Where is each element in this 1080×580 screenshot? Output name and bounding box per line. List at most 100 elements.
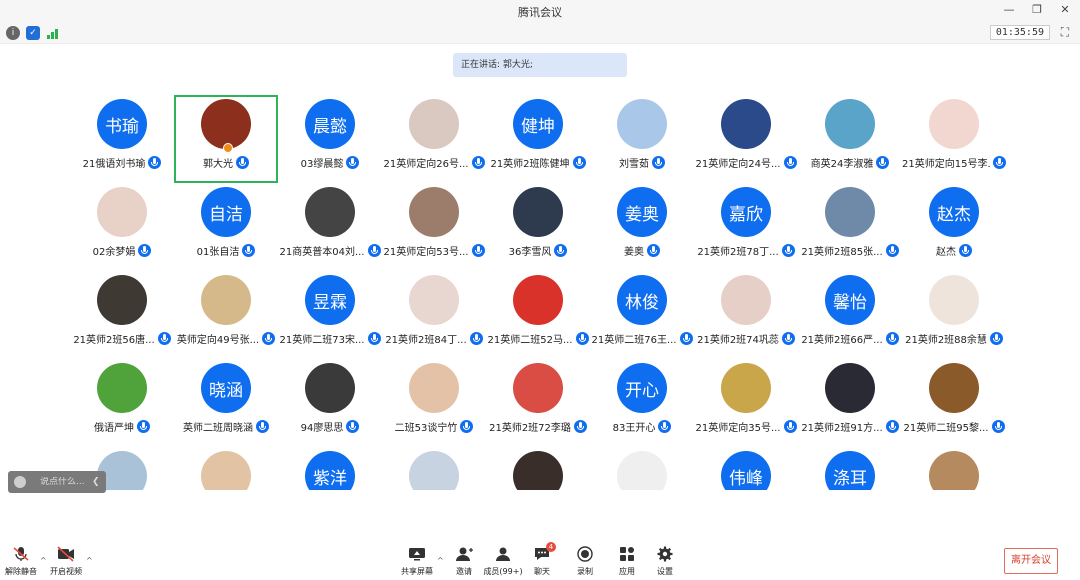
avatar: 馨怡	[825, 275, 875, 325]
participant-tile[interactable]: 赵杰 赵杰	[902, 183, 1006, 271]
share-screen-button[interactable]: 共享屏幕	[393, 546, 441, 577]
participant-tile[interactable]: 21英师2班85张...	[798, 183, 902, 271]
participant-tile[interactable]: 商英24李淑雅	[798, 95, 902, 183]
participant-tile[interactable]: 郭大光	[174, 95, 278, 183]
participant-tile[interactable]: 二班53谈宁竹	[382, 359, 486, 447]
invite-icon	[455, 546, 473, 562]
participant-tile[interactable]: 21英师定向24号...	[694, 95, 798, 183]
avatar-initials: 林俊	[625, 292, 659, 313]
restore-icon[interactable]: ❐	[1030, 3, 1044, 17]
info-icon[interactable]: i	[6, 26, 20, 40]
shield-icon[interactable]: ✓	[26, 26, 40, 40]
participant-name-row: 刘雪茹	[590, 155, 694, 170]
participant-name-row: 21英师二班52马...	[486, 331, 590, 346]
record-icon	[576, 546, 594, 562]
participant-name: 21英师2班74巩蕊	[697, 335, 779, 346]
avatar	[97, 363, 147, 413]
mic-muted-icon	[12, 546, 30, 562]
fullscreen-icon[interactable]: ⛶	[1058, 25, 1072, 39]
mic-icon	[236, 156, 249, 169]
participant-tile[interactable]: 刘雪茹	[590, 95, 694, 183]
participant-tile[interactable]: 晨懿 03缪晨懿	[278, 95, 382, 183]
participant-tile[interactable]: 21英师二班52马...	[486, 271, 590, 359]
participant-tile[interactable]: 嘉欣 21英师2班78丁...	[694, 183, 798, 271]
participant-tile[interactable]: 俄语严坤	[70, 359, 174, 447]
avatar	[97, 187, 147, 237]
participant-tile[interactable]: 21英师2班84丁...	[382, 271, 486, 359]
avatar	[97, 275, 147, 325]
participant-name: 02余梦娟	[92, 247, 136, 258]
participant-name-row: 21英师2班陈健坤	[486, 155, 590, 170]
participant-tile[interactable]: 21英师2班56唐...	[70, 271, 174, 359]
participant-tile[interactable]: 伟峰	[694, 447, 798, 490]
avatar	[825, 363, 875, 413]
avatar: 昱霖	[305, 275, 355, 325]
participant-tile[interactable]: 21英师定向35号...	[694, 359, 798, 447]
mic-icon	[242, 244, 256, 257]
participant-tile[interactable]	[486, 447, 590, 490]
mic-icon	[137, 420, 150, 433]
participant-name-row: 21英师2班72李璐	[486, 419, 590, 434]
video-options-chevron-icon[interactable]: ^	[86, 556, 93, 565]
participant-tile[interactable]: 21英师定向53号...	[382, 183, 486, 271]
close-icon[interactable]: ✕	[1058, 3, 1072, 17]
avatar	[929, 451, 979, 490]
minimize-icon[interactable]: —	[1002, 3, 1016, 17]
mic-icon	[554, 244, 568, 257]
participant-name: 21英师定向26号...	[383, 159, 469, 170]
participant-tile[interactable]	[382, 447, 486, 490]
participant-tile[interactable]: 开心 83王开心	[590, 359, 694, 447]
participant-tile[interactable]: 36李雪风	[486, 183, 590, 271]
unmute-button[interactable]: 解除静音	[0, 546, 45, 577]
start-video-button[interactable]: 开启视频	[42, 546, 90, 577]
avatar: 涤耳	[825, 451, 875, 490]
participant-name-row: 二班53谈宁竹	[382, 419, 486, 434]
participant-tile[interactable]: 馨怡 21英师2班66严...	[798, 271, 902, 359]
gear-icon	[656, 546, 674, 562]
chevron-left-icon[interactable]: ❮	[92, 477, 100, 487]
participant-tile[interactable]: 英师定向49号张...	[174, 271, 278, 359]
participant-name-row: 21俄语刘书瑜	[70, 155, 174, 170]
participant-tile[interactable]: 21英师定向15号李...	[902, 95, 1006, 183]
participant-tile[interactable]: 健坤 21英师2班陈健坤	[486, 95, 590, 183]
participant-name-row: 英师定向49号张...	[174, 331, 278, 346]
leave-meeting-button[interactable]: 离开会议	[1004, 548, 1058, 574]
participant-tile[interactable]: 21英师2班91方...	[798, 359, 902, 447]
participant-tile[interactable]: 书瑜 21俄语刘书瑜	[70, 95, 174, 183]
participant-tile[interactable]: 林俊 21英师二班76王...	[590, 271, 694, 359]
participant-name: 01张自洁	[196, 247, 240, 258]
participant-tile[interactable]: 昱霖 21英师二班73宋...	[278, 271, 382, 359]
avatar-initials: 晨懿	[313, 116, 347, 137]
emoji-icon[interactable]	[14, 476, 26, 488]
signal-icon[interactable]	[46, 26, 60, 40]
participant-tile[interactable]: 涤耳	[798, 447, 902, 490]
participant-tile[interactable]	[902, 447, 1006, 490]
settings-button[interactable]: 设置	[641, 546, 689, 577]
participant-tile[interactable]: 21英师2班72李璐	[486, 359, 590, 447]
participant-tile[interactable]: 21英师二班95黎...	[902, 359, 1006, 447]
participant-tile[interactable]: 02余梦娟	[70, 183, 174, 271]
participant-name-row: 21英师定向15号李...	[902, 155, 1006, 170]
participant-tile[interactable]: 紫洋	[278, 447, 382, 490]
record-button[interactable]: 录制	[561, 546, 609, 577]
participant-tile[interactable]	[590, 447, 694, 490]
participant-tile[interactable]: 21英师定向26号...	[382, 95, 486, 183]
participant-tile[interactable]: 21英师2班88余慧	[902, 271, 1006, 359]
participant-tile[interactable]: 晓涵 英师二班周晓涵	[174, 359, 278, 447]
participant-name: 21英师2班88余慧	[905, 335, 987, 346]
avatar-initials: 自洁	[209, 204, 243, 225]
avatar: 林俊	[617, 275, 667, 325]
participant-tile[interactable]: 21英师2班74巩蕊	[694, 271, 798, 359]
chat-button[interactable]: 4 聊天	[518, 542, 566, 577]
participant-tile[interactable]: 自洁 01张自洁	[174, 183, 278, 271]
participant-name: 21英师2班72李璐	[489, 423, 571, 434]
participant-tile[interactable]: 姜奥 姜奥	[590, 183, 694, 271]
participant-tile[interactable]: 94廖思思	[278, 359, 382, 447]
avatar	[513, 451, 563, 490]
participant-tile[interactable]: 21商英普本04刘...	[278, 183, 382, 271]
participant-name: 21英师定向15号李...	[902, 159, 990, 170]
participant-tile[interactable]	[174, 447, 278, 490]
mic-icon	[471, 156, 485, 169]
chat-input[interactable]	[40, 477, 88, 487]
avatar-initials: 姜奥	[625, 204, 659, 225]
